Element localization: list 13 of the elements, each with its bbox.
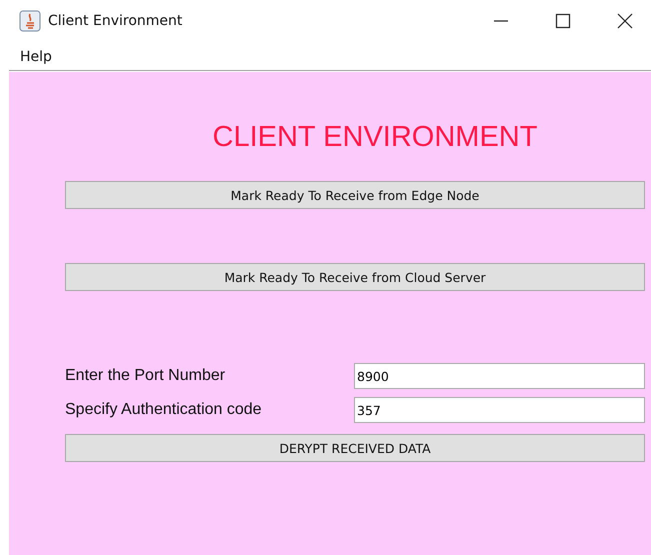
menu-item[interactable]: Help [20,49,52,65]
field-label: Specify Authentication code [65,401,263,419]
app-icon [19,10,41,32]
window-title: Client Environment [48,13,182,29]
heading: CLIENT ENVIRONMENT [212,120,538,155]
maximize-icon[interactable] [555,13,571,29]
input-field[interactable]: 8900 [354,363,645,389]
close-icon[interactable] [617,13,633,29]
field-label: Enter the Port Number [65,367,226,385]
decrypt-button[interactable]: DERYPT RECEIVED DATA [65,434,645,462]
ready-button[interactable]: Mark Ready To Receive from Cloud Server [65,263,645,291]
input-field[interactable]: 357 [354,397,645,423]
ready-button[interactable]: Mark Ready To Receive from Edge Node [65,181,645,209]
